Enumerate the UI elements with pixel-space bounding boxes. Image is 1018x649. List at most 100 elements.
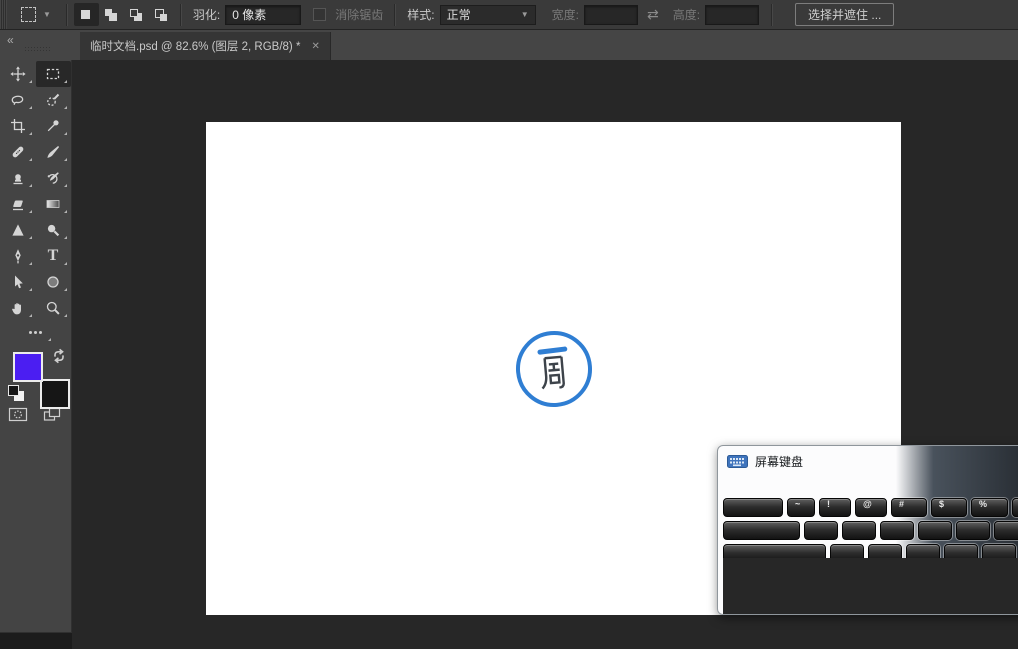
new-selection-button[interactable] [73, 3, 99, 26]
divider [179, 3, 182, 26]
zoom-tool[interactable] [36, 295, 71, 321]
osk-key-space[interactable] [723, 558, 1018, 614]
keyboard-icon [727, 455, 748, 468]
photoshop-window: ▼ 羽化: 0 像素 消除锯齿 样式: 正常 ▼ 宽度: ⇄ 高度: 选择并遮住… [0, 0, 1018, 649]
select-and-mask-button[interactable]: 选择并遮住 ... [795, 3, 895, 26]
sharpen-triangle-icon [12, 224, 24, 236]
osk-keys: Esc~`!1@2#3$4%5^6 Tabqwerty Capsasdfg Sh… [723, 498, 1018, 614]
document-tab[interactable]: 临时文档.psd @ 82.6% (图层 2, RGB/8) * ✕ [80, 32, 331, 60]
divider [394, 3, 397, 26]
tool-preset-button[interactable]: ▼ [12, 0, 60, 29]
hand-tool[interactable] [1, 295, 36, 321]
osk-key-backtick[interactable]: ~` [723, 498, 1018, 614]
osk-key-e[interactable]: e [723, 521, 1018, 614]
ellipse-tool[interactable] [36, 269, 71, 295]
antialias-checkbox[interactable] [313, 8, 327, 21]
swap-colors-icon [54, 348, 64, 364]
feather-label: 羽化: [192, 8, 221, 22]
crop-icon [11, 119, 25, 133]
quick-selection-tool[interactable] [36, 87, 71, 113]
tool-grid: T [0, 60, 71, 321]
edit-toolbar-button[interactable] [18, 321, 53, 343]
osk-key-2[interactable]: @2 [723, 498, 1018, 614]
osk-key-y[interactable]: y [723, 521, 1018, 614]
default-colors-button[interactable] [7, 384, 27, 404]
divider [65, 3, 68, 26]
brush-icon [47, 146, 60, 158]
spot-healing-brush-tool[interactable] [1, 139, 36, 165]
move-tool[interactable] [1, 61, 36, 87]
intersect-selection-icon [154, 8, 168, 22]
osk-title: 屏幕键盘 [755, 455, 804, 469]
osk-key-w[interactable]: w [723, 521, 1018, 614]
gradient-icon [46, 200, 60, 208]
swap-width-height-icon[interactable]: ⇄ [647, 6, 659, 23]
default-foreground-mini-swatch [8, 385, 19, 396]
eyedropper-tool[interactable] [36, 113, 71, 139]
osk-key-3[interactable]: #3 [723, 498, 1018, 614]
type-tool[interactable]: T [36, 243, 71, 269]
width-input[interactable] [583, 4, 638, 25]
rectangular-marquee-tool[interactable] [35, 61, 71, 87]
logo-circle [512, 327, 596, 411]
add-to-selection-icon [104, 8, 118, 22]
magnifier-icon [46, 301, 60, 315]
ellipsis-icon [29, 330, 32, 334]
swap-colors-button[interactable] [51, 348, 67, 364]
screen-mode-button[interactable] [42, 406, 62, 428]
move-icon [10, 66, 26, 82]
history-brush-tool[interactable] [36, 165, 71, 191]
osk-key-esc[interactable]: Esc [723, 498, 1018, 614]
type-tool-icon: T [47, 247, 59, 264]
selection-arrow-icon [15, 275, 23, 289]
collapse-panels-button[interactable]: « [7, 33, 14, 47]
osk-row: CtrlAlt [723, 558, 1018, 614]
subtract-from-selection-button[interactable] [124, 3, 149, 26]
sharpen-tool[interactable] [1, 217, 36, 243]
feather-input[interactable]: 0 像素 [225, 4, 302, 25]
osk-row: Tabqwerty [723, 521, 1018, 614]
on-screen-keyboard-window[interactable]: 屏幕键盘 Esc~`!1@2#3$4%5^6 Tabqwerty Capsasd… [717, 445, 1018, 615]
width-label: 宽度: [551, 8, 579, 22]
intersect-selection-button[interactable] [149, 3, 174, 26]
osk-title-bar[interactable]: 屏幕键盘 [718, 446, 1018, 470]
style-label: 样式: [407, 8, 435, 22]
divider [771, 3, 774, 26]
document-tab-title: 临时文档.psd @ 82.6% (图层 2, RGB/8) * [90, 41, 301, 53]
options-bar: ▼ 羽化: 0 像素 消除锯齿 样式: 正常 ▼ 宽度: ⇄ 高度: 选择并遮住… [0, 0, 1018, 30]
add-to-selection-button[interactable] [99, 3, 124, 26]
osk-key-4[interactable]: $4 [723, 498, 1018, 614]
options-bar-grip[interactable] [0, 0, 7, 29]
osk-key-tab[interactable]: Tab [723, 521, 1018, 614]
chevron-down-icon: ▼ [520, 9, 529, 19]
tab-bar: « 临时文档.psd @ 82.6% (图层 2, RGB/8) * ✕ [0, 30, 1018, 60]
clone-stamp-tool[interactable] [1, 165, 36, 191]
eyedropper-icon [47, 120, 59, 132]
path-selection-tool[interactable] [1, 269, 36, 295]
style-select[interactable]: 正常 ▼ [439, 4, 536, 25]
gradient-tool[interactable] [36, 191, 71, 217]
ellipse-icon [47, 276, 59, 288]
osk-key-t[interactable]: t [723, 521, 1018, 614]
brush-tool[interactable] [36, 139, 71, 165]
tab-close-icon[interactable]: ✕ [311, 41, 319, 52]
lasso-icon [11, 95, 24, 105]
height-label: 高度: [672, 8, 701, 22]
background-color-swatch[interactable] [40, 379, 70, 409]
osk-key-6[interactable]: ^6 [723, 498, 1018, 614]
osk-key-r[interactable]: r [723, 521, 1018, 614]
marquee-preset-icon [21, 7, 36, 22]
osk-key-q[interactable]: q [723, 521, 1018, 614]
dodge-tool[interactable] [36, 217, 71, 243]
osk-key-1[interactable]: !1 [723, 498, 1018, 614]
pen-tool[interactable] [1, 243, 36, 269]
eraser-tool[interactable] [1, 191, 36, 217]
osk-key-5[interactable]: %5 [723, 498, 1018, 614]
logo-zhou-glyph [538, 353, 571, 394]
lasso-tool[interactable] [1, 87, 36, 113]
tools-panel-grip[interactable] [24, 46, 52, 51]
height-input[interactable] [705, 4, 760, 25]
quick-mask-button[interactable] [8, 406, 28, 428]
crop-tool[interactable] [1, 113, 36, 139]
foreground-color-swatch[interactable] [13, 352, 43, 382]
